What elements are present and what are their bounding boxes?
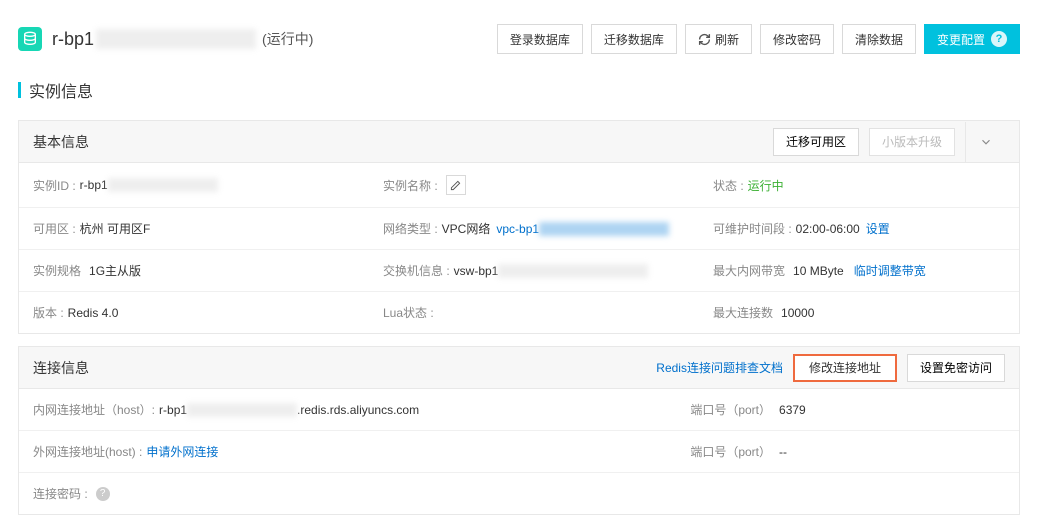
refresh-icon	[698, 33, 711, 46]
pwd-label: 连接密码 :	[33, 485, 88, 502]
table-row: 内网连接地址（host）: r-bp1 .redis.rds.aliyuncs.…	[19, 389, 1019, 431]
intranet-prefix: r-bp1	[159, 403, 187, 417]
vsw-prefix: vsw-bp1	[454, 264, 499, 278]
section-title-instance-info: 实例信息	[0, 70, 1038, 120]
panel-basic-title: 基本信息	[33, 132, 763, 152]
migrate-zone-button[interactable]: 迁移可用区	[773, 128, 859, 156]
chevron-down-icon	[979, 135, 993, 149]
question-icon[interactable]: ?	[96, 487, 110, 501]
status-label: 状态 :	[713, 177, 744, 194]
table-row: 版本 : Redis 4.0 Lua状态 : 最大连接数 10000	[19, 292, 1019, 333]
instance-id-prefix: r-bp1	[80, 178, 108, 192]
panel-conn-title: 连接信息	[33, 358, 656, 378]
maint-label: 可维护时间段 :	[713, 220, 792, 237]
instance-name-label: 实例名称 :	[383, 177, 438, 194]
net-type-label: 网络类型 :	[383, 220, 438, 237]
bw-adjust-link[interactable]: 临时调整带宽	[854, 262, 926, 279]
lua-label: Lua状态 :	[383, 304, 434, 321]
refresh-button[interactable]: 刷新	[685, 24, 752, 54]
instance-id-blur	[108, 178, 218, 192]
port-value-1: 6379	[779, 403, 806, 417]
port-value-2: --	[779, 445, 787, 459]
maint-value: 02:00-06:00	[796, 222, 860, 236]
table-row: 连接密码 : ?	[19, 473, 1019, 514]
spec-label: 实例规格	[33, 262, 81, 279]
login-db-button[interactable]: 登录数据库	[497, 24, 583, 54]
instance-title-blur	[96, 29, 256, 49]
bw-label: 最大内网带宽	[713, 262, 785, 279]
change-pwd-button[interactable]: 修改密码	[760, 24, 834, 54]
vpc-link-prefix[interactable]: vpc-bp1	[496, 222, 539, 236]
edit-name-button[interactable]	[446, 175, 466, 195]
maint-set-link[interactable]: 设置	[866, 220, 890, 237]
panel-basic-info: 基本信息 迁移可用区 小版本升级 实例ID : r-bp1 实例名称 : 状态 …	[18, 120, 1020, 334]
intranet-suffix: .redis.rds.aliyuncs.com	[297, 403, 419, 417]
instance-status-tag: (运行中)	[262, 29, 313, 49]
ver-label: 版本 :	[33, 304, 64, 321]
ver-value: Redis 4.0	[68, 306, 119, 320]
status-value: 运行中	[748, 177, 784, 194]
troubleshoot-link[interactable]: Redis连接问题排查文档	[656, 359, 783, 376]
help-icon: ?	[991, 31, 1007, 47]
table-row: 实例规格 1G主从版 交换机信息 : vsw-bp1 最大内网带宽 10 MBy…	[19, 250, 1019, 292]
intranet-blur	[187, 403, 297, 417]
spec-value: 1G主从版	[89, 262, 141, 279]
section-title-bar	[18, 82, 21, 98]
pwfree-button[interactable]: 设置免密访问	[907, 354, 1005, 382]
change-spec-button[interactable]: 变更配置 ?	[924, 24, 1020, 54]
instance-title-prefix: r-bp1	[52, 29, 94, 50]
table-row: 外网连接地址(host) : 申请外网连接 端口号（port） --	[19, 431, 1019, 473]
database-icon	[18, 27, 42, 51]
intranet-label: 内网连接地址（host）:	[33, 401, 155, 418]
minor-upgrade-button: 小版本升级	[869, 128, 955, 156]
modify-conn-addr-button[interactable]: 修改连接地址	[793, 354, 897, 382]
refresh-label: 刷新	[715, 31, 739, 48]
instance-id-label: 实例ID :	[33, 177, 76, 194]
zone-label: 可用区 :	[33, 220, 76, 237]
panel-connection-info: 连接信息 Redis连接问题排查文档 修改连接地址 设置免密访问 内网连接地址（…	[18, 346, 1020, 515]
internet-label: 外网连接地址(host) :	[33, 443, 142, 460]
net-type-value: VPC网络	[442, 220, 491, 237]
zone-value: 杭州 可用区F	[80, 220, 151, 237]
pencil-icon	[450, 180, 461, 191]
conn-value: 10000	[781, 306, 814, 320]
port-label-2: 端口号（port）	[690, 443, 771, 460]
change-spec-label: 变更配置	[937, 31, 985, 48]
table-row: 可用区 : 杭州 可用区F 网络类型 : VPC网络 vpc-bp1 可维护时间…	[19, 208, 1019, 250]
migrate-db-button[interactable]: 迁移数据库	[591, 24, 677, 54]
port-label-1: 端口号（port）	[690, 401, 771, 418]
clear-data-button[interactable]: 清除数据	[842, 24, 916, 54]
vsw-blur	[498, 264, 648, 278]
conn-label: 最大连接数	[713, 304, 773, 321]
apply-internet-link[interactable]: 申请外网连接	[146, 443, 218, 460]
vsw-label: 交换机信息 :	[383, 262, 450, 279]
vpc-blur	[539, 222, 669, 236]
bw-value: 10 MByte	[793, 264, 844, 278]
section-title-text: 实例信息	[29, 78, 93, 102]
panel-collapse-toggle[interactable]	[965, 122, 1005, 162]
table-row: 实例ID : r-bp1 实例名称 : 状态 : 运行中	[19, 163, 1019, 208]
